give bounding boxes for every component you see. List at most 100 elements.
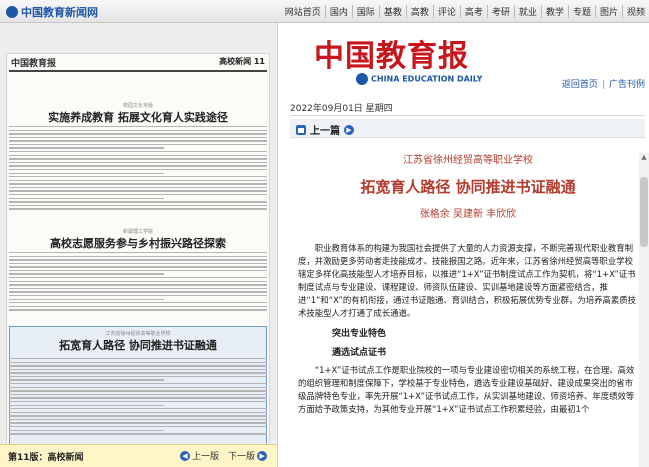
article-subheading: 遴选试点证书 [332, 348, 387, 358]
text-line [9, 151, 267, 153]
text-line [9, 361, 267, 363]
text-line [9, 158, 267, 160]
text-line [9, 375, 267, 378]
arrow-left-icon: ◀ [180, 450, 190, 461]
text-line [9, 425, 267, 428]
top-nav-item[interactable]: 视频 [621, 5, 649, 18]
paper-article-3[interactable]: 江苏省徐州经贸高等职业学校 拓宽育人路径 协同推进书证融通 [9, 330, 267, 353]
article-text-block [9, 252, 267, 313]
text-line [9, 372, 267, 374]
masthead-title: 中国教育报 [314, 39, 469, 74]
article-title: 实施养成教育 拓展文化育人实践途径 [48, 111, 228, 124]
text-line [9, 422, 267, 424]
masthead-links: 返回首页 | 广告刊例 [561, 80, 645, 90]
newspaper-page-image[interactable]: 中国教育报 高校新闻 11 校园文化专版 实施养成教育 拓展文化育人实践途径 新… [6, 53, 270, 463]
article-scrollbar[interactable]: ▲ [639, 153, 649, 467]
newspaper-page-panel: 中国教育报 高校新闻 11 校园文化专版 实施养成教育 拓展文化育人实践途径 新… [0, 23, 278, 467]
top-nav-item[interactable]: 专题 [567, 5, 595, 18]
top-nav-item[interactable]: 图片 [594, 5, 622, 18]
globe-icon [356, 73, 368, 85]
top-nav-item[interactable]: 考研 [486, 5, 514, 18]
top-nav-item[interactable]: 高考 [459, 5, 487, 18]
ad-rates-link[interactable]: 广告刊例 [609, 80, 645, 90]
text-line [9, 204, 267, 207]
previous-page-button[interactable]: ◀ 上一版 [180, 449, 219, 462]
article-subheading: 突出专业特色 [332, 329, 387, 339]
text-line [9, 266, 267, 268]
top-nav-item[interactable]: 评论 [432, 5, 460, 18]
text-line [9, 154, 267, 157]
page-navigation-footer: 第11版：高校新闻 ◀ 上一版 下一版 ▶ [0, 444, 277, 467]
text-line [9, 358, 267, 360]
text-line [9, 197, 164, 199]
text-line [9, 433, 267, 435]
text-line [9, 193, 267, 196]
text-line [9, 284, 267, 286]
article-title: 拓宽育人路径 协同推进书证融通 [59, 339, 217, 352]
text-line [9, 126, 267, 128]
text-line [9, 172, 164, 174]
text-line [9, 429, 164, 431]
top-nav-item[interactable]: 国际 [351, 5, 379, 18]
text-line [9, 302, 267, 304]
scrollbar-thumb[interactable] [640, 177, 648, 247]
top-nav-links: 网站首页 国内 国际 基教 高教 评论 高考 考研 就业 教学 专题 图片 视频 [281, 5, 649, 18]
article-body: 江苏省徐州经贸高等职业学校 拓宽育人路径 协同推进书证融通 张格余 吴建新 丰欣… [298, 151, 638, 422]
text-line [9, 415, 267, 417]
text-line [9, 147, 164, 149]
article-text-block [9, 358, 267, 437]
site-logo[interactable]: 中国教育新闻网 [6, 4, 98, 20]
article-panel: 中国教育报 CHINA EDUCATION DAILY 返回首页 | 广告刊例 20… [278, 23, 649, 467]
text-line [9, 291, 267, 293]
paper-section: 高校新闻 11 [219, 57, 265, 66]
text-line [9, 190, 267, 192]
text-line [9, 140, 267, 142]
paper-article-1[interactable]: 校园文化专版 实施养成教育 拓展文化育人实践途径 [9, 102, 267, 125]
text-line [9, 408, 267, 410]
text-line [9, 168, 267, 171]
next-page-button[interactable]: 下一版 ▶ [228, 449, 268, 462]
top-navigation-bar: 中国教育新闻网 网站首页 国内 国际 基教 高教 评论 高考 考研 就业 教学 专题 图片 视频 [0, 0, 649, 23]
previous-page-label: 上一版 [192, 452, 220, 462]
text-line [9, 368, 267, 371]
top-nav-item[interactable]: 国内 [324, 5, 352, 18]
text-line [9, 309, 267, 311]
logo-text: 中国教育新闻网 [21, 6, 98, 19]
top-nav-item[interactable]: 基教 [378, 5, 406, 18]
text-line [9, 393, 267, 396]
issue-date: 2022年09月01日 星期四 [290, 101, 645, 116]
text-line [9, 305, 267, 308]
home-link[interactable]: 返回首页 [562, 80, 598, 90]
text-line [9, 259, 267, 261]
text-line [9, 277, 267, 279]
article-paragraph: 职业教育体系的构建为我国社会提供了大量的人力资源支撑，不断完善现代职业教育制度，… [298, 243, 636, 318]
top-nav-item[interactable]: 网站首页 [281, 5, 325, 18]
top-nav-item[interactable]: 教学 [540, 5, 568, 18]
text-line [9, 287, 267, 290]
paper-header: 中国教育报 高校新闻 11 [9, 56, 267, 72]
masthead-english: CHINA EDUCATION DAILY [371, 74, 483, 84]
text-line [9, 273, 164, 275]
previous-article-label: 上一篇 [310, 126, 340, 137]
text-line [9, 400, 267, 403]
text-line [9, 161, 267, 164]
article-nav-bar: 上一篇 ▶ [290, 119, 645, 138]
paper-article-2[interactable]: 新疆理工学院 高校志愿服务参与乡村振兴路径探索 [9, 228, 267, 251]
text-line [9, 252, 267, 254]
previous-article-button[interactable]: 上一篇 ▶ [296, 122, 354, 137]
top-nav-item[interactable]: 高教 [405, 5, 433, 18]
scroll-up-icon[interactable]: ▲ [640, 153, 648, 163]
text-line [9, 383, 267, 385]
arrow-right-icon: ▶ [344, 124, 354, 135]
text-line [9, 294, 267, 297]
top-nav-item[interactable]: 就业 [513, 5, 541, 18]
text-line [9, 133, 267, 135]
arrow-right-icon: ▶ [257, 450, 268, 461]
text-line [9, 262, 267, 265]
text-line [9, 208, 267, 210]
text-line [9, 365, 267, 367]
article-title: 高校志愿服务参与乡村振兴路径探索 [50, 237, 226, 250]
article-authors: 张格余 吴建新 丰欣欣 [419, 209, 517, 220]
text-line [9, 143, 267, 146]
text-line [9, 397, 267, 399]
